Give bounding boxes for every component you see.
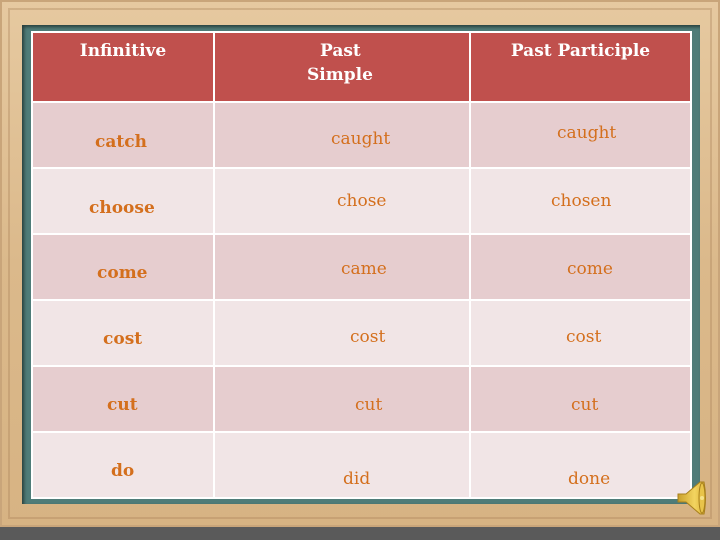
header-past-simple: Past Simple (213, 31, 471, 103)
cell-infinitive: cost (31, 299, 215, 367)
cell-past-participle: done (469, 431, 692, 499)
cell-infinitive: come (31, 233, 215, 301)
table-row: catch caught caught (31, 101, 692, 169)
cell-past-simple: chose (213, 167, 471, 235)
bottom-bar (0, 527, 720, 540)
header-infinitive: Infinitive (31, 31, 215, 103)
cell-infinitive: catch (31, 101, 215, 169)
table-row: do did done (31, 431, 692, 499)
speaker-icon[interactable] (674, 478, 708, 518)
cell-past-simple: came (213, 233, 471, 301)
cell-infinitive: cut (31, 365, 215, 433)
table-row: come came come (31, 233, 692, 301)
cell-infinitive: do (31, 431, 215, 499)
table-header-row: Infinitive Past Simple Past Participle (31, 31, 692, 103)
irregular-verbs-table: Infinitive Past Simple Past Participle c… (31, 31, 692, 499)
table-row: cost cost cost (31, 299, 692, 367)
table-row: cut cut cut (31, 365, 692, 433)
cell-past-simple: did (213, 431, 471, 499)
table-row: choose chose chosen (31, 167, 692, 235)
cell-past-simple: caught (213, 101, 471, 169)
cell-past-participle: chosen (469, 167, 692, 235)
cell-past-simple: cut (213, 365, 471, 433)
cell-past-participle: cost (469, 299, 692, 367)
cell-past-participle: cut (469, 365, 692, 433)
cell-infinitive: choose (31, 167, 215, 235)
header-past-participle: Past Participle (469, 31, 692, 103)
cell-past-participle: caught (469, 101, 692, 169)
cell-past-participle: come (469, 233, 692, 301)
cell-past-simple: cost (213, 299, 471, 367)
